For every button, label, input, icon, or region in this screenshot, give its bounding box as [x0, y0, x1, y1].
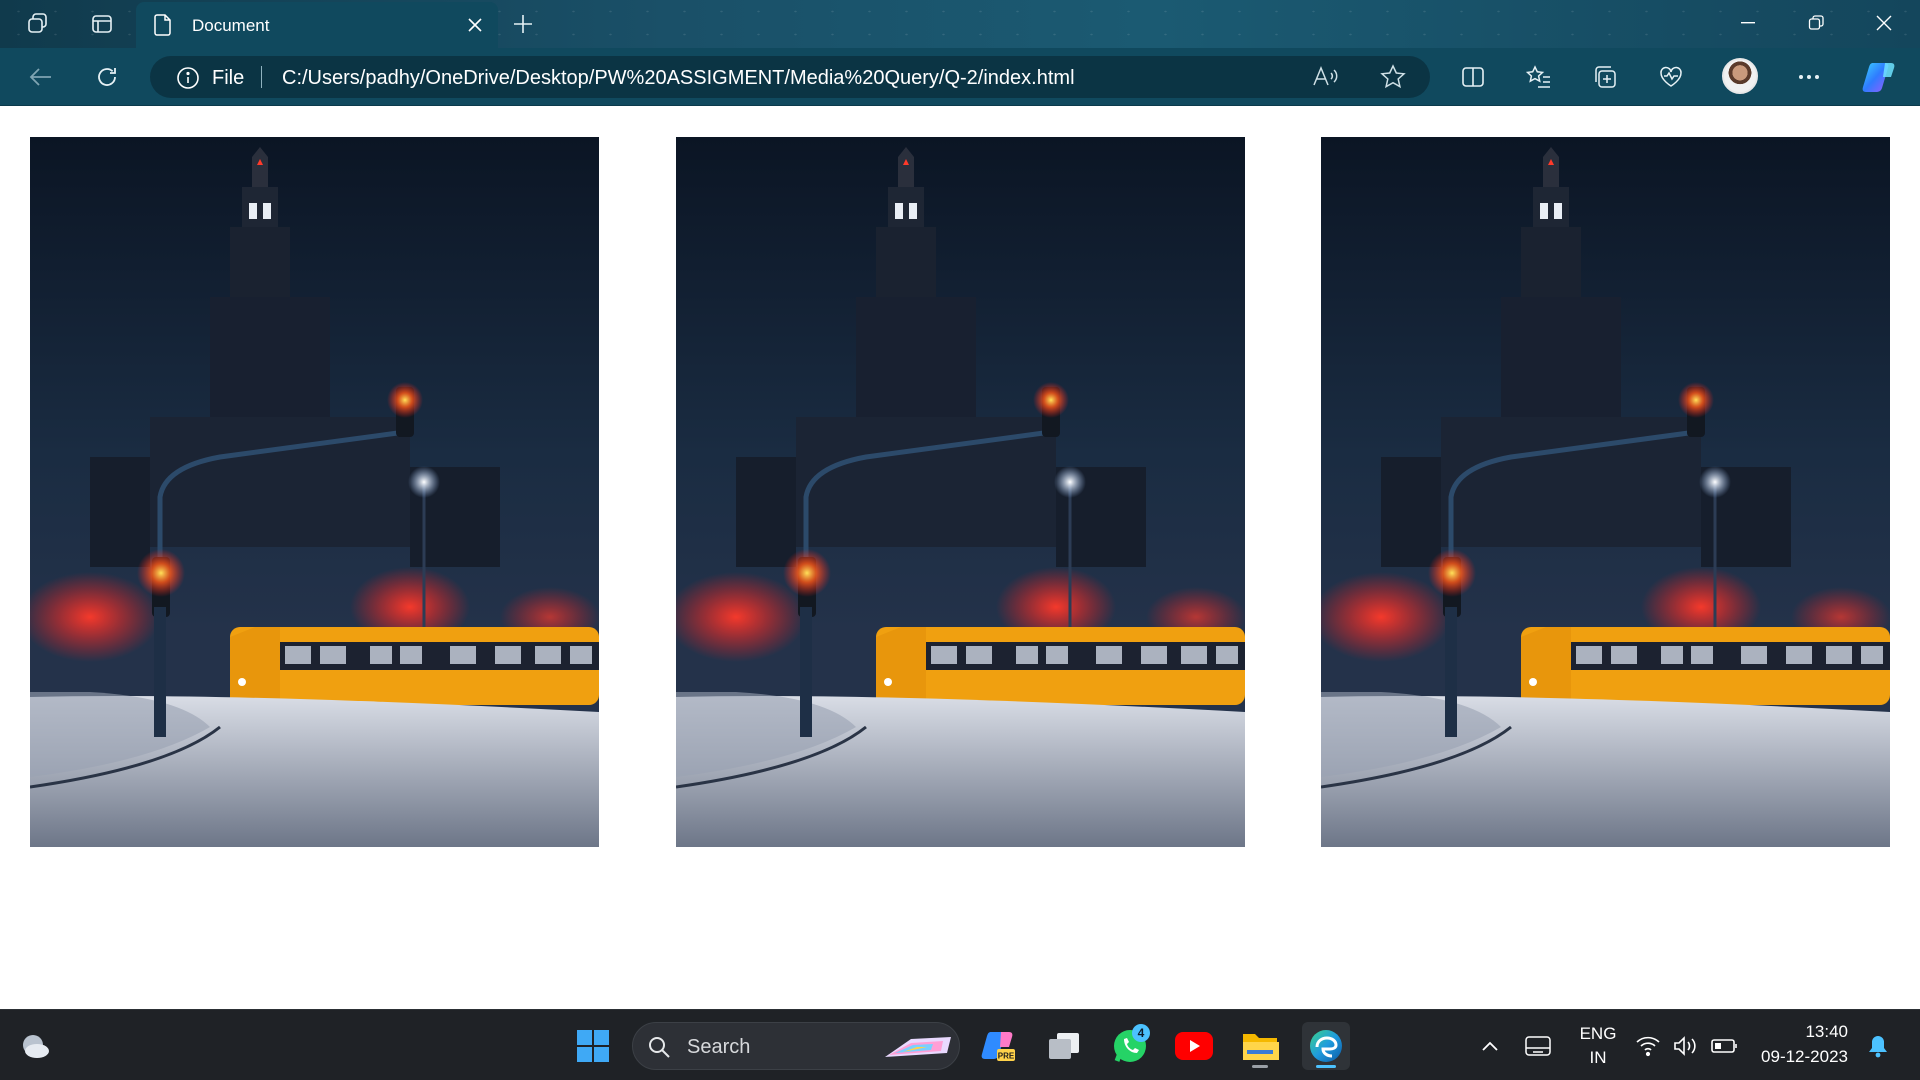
file-explorer-icon[interactable] — [1236, 1022, 1284, 1070]
address-separator — [261, 66, 262, 88]
notification-bell-icon[interactable] — [1856, 1022, 1900, 1070]
clock-time: 13:40 — [1805, 1022, 1848, 1041]
search-icon — [647, 1035, 671, 1064]
language-region: IN — [1589, 1048, 1607, 1067]
split-screen-icon[interactable] — [1454, 59, 1492, 95]
city-night-tram-image-1 — [30, 137, 599, 847]
whatsapp-badge: 4 — [1132, 1024, 1150, 1042]
touch-keyboard-icon[interactable] — [1516, 1022, 1560, 1070]
language-code: ENG — [1579, 1024, 1617, 1043]
language-indicator[interactable]: ENG IN — [1574, 1024, 1622, 1068]
back-button[interactable] — [22, 59, 60, 95]
clock[interactable]: 13:40 09-12-2023 — [1756, 1022, 1848, 1067]
workspaces-icon[interactable] — [20, 8, 56, 40]
url-text[interactable]: C:/Users/padhy/OneDrive/Desktop/PW%20ASS… — [282, 67, 1075, 90]
chevron-up-icon[interactable] — [1468, 1022, 1512, 1070]
address-bar[interactable]: File C:/Users/padhy/OneDrive/Desktop/PW%… — [150, 56, 1430, 98]
copilot-preview-icon[interactable]: PRE — [974, 1022, 1022, 1070]
browser-title-bar: Document — [0, 0, 1920, 48]
minimize-button[interactable] — [1714, 0, 1782, 46]
start-button[interactable] — [569, 1022, 617, 1070]
city-night-tram-image-3 — [1321, 137, 1890, 847]
task-view-icon[interactable] — [1040, 1022, 1088, 1070]
favorite-star-icon[interactable] — [1380, 64, 1406, 95]
clock-date: 09-12-2023 — [1761, 1047, 1848, 1066]
tab-actions-icon[interactable] — [84, 8, 120, 40]
edge-browser-icon[interactable] — [1302, 1022, 1350, 1070]
browser-toolbar: File C:/Users/padhy/OneDrive/Desktop/PW%… — [0, 48, 1920, 106]
close-window-button[interactable] — [1850, 0, 1918, 46]
app-active-indicator — [1316, 1065, 1336, 1068]
close-tab-icon[interactable] — [462, 12, 488, 38]
restore-button[interactable] — [1782, 0, 1850, 46]
svg-text:PRE: PRE — [998, 1052, 1015, 1061]
weather-icon[interactable] — [10, 1022, 58, 1070]
read-aloud-icon[interactable] — [1312, 65, 1338, 94]
more-options-icon[interactable] — [1790, 59, 1828, 95]
tab-title: Document — [192, 16, 270, 35]
new-tab-button[interactable] — [506, 8, 540, 40]
page-icon — [154, 14, 172, 41]
info-icon[interactable] — [176, 66, 200, 95]
copilot-icon[interactable] — [1860, 59, 1898, 95]
refresh-button[interactable] — [88, 59, 126, 95]
system-status-group[interactable] — [1630, 1022, 1750, 1070]
browser-essentials-icon[interactable] — [1652, 59, 1690, 95]
search-highlight-icon — [881, 1031, 953, 1068]
profile-avatar[interactable] — [1722, 58, 1758, 94]
taskbar-search[interactable]: Search — [632, 1022, 960, 1070]
tab-document[interactable]: Document — [136, 2, 498, 48]
city-night-tram-image-2 — [676, 137, 1245, 847]
whatsapp-icon[interactable]: 4 — [1106, 1022, 1154, 1070]
windows-taskbar: Search PRE 4 ENG IN 13:40 09-12-2023 — [0, 1009, 1920, 1080]
collections-icon[interactable] — [1586, 59, 1624, 95]
favorites-icon[interactable] — [1520, 59, 1558, 95]
scheme-label: File — [212, 67, 245, 89]
search-label: Search — [687, 1036, 751, 1058]
youtube-icon[interactable] — [1170, 1022, 1218, 1070]
app-running-indicator — [1252, 1065, 1268, 1068]
page-content — [0, 107, 1920, 1009]
